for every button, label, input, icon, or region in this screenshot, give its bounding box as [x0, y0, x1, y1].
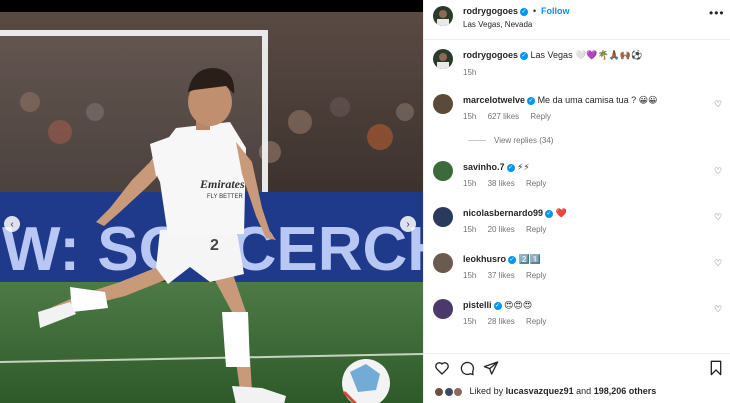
comment-likes[interactable]: 20 likes — [488, 225, 515, 234]
likes-count[interactable]: 198,206 others — [594, 386, 657, 396]
comment-item: leokhusro ✓ 2️⃣1️⃣ 15h 37 likes Reply ♡ — [424, 249, 730, 289]
caption-time[interactable]: 15h — [463, 68, 476, 77]
comment-time[interactable]: 15h — [463, 271, 476, 280]
follow-button[interactable]: Follow — [541, 6, 570, 16]
likes-prefix: Liked by — [469, 386, 504, 396]
likes-summary: Liked by lucasvazquez91 and 198,206 othe… — [434, 386, 656, 397]
verified-badge-icon: ✓ — [493, 301, 502, 310]
chevron-right-icon[interactable]: › — [400, 216, 416, 232]
comment-meta: 15h 38 likes Reply — [463, 179, 555, 188]
bookmark-icon[interactable] — [708, 360, 724, 376]
commenter-avatar[interactable] — [433, 94, 453, 114]
comment-username[interactable]: pistelli — [463, 300, 492, 310]
comment-time[interactable]: 15h — [463, 225, 476, 234]
comment-item: marcelotwelve ✓ Me da uma camisa tua ? 😀😀… — [424, 90, 730, 130]
comment-username[interactable]: leokhusro — [463, 254, 506, 264]
chevron-left-icon[interactable]: ‹ — [4, 216, 20, 232]
media-top-band — [0, 0, 423, 12]
comment-item: savinho.7 ✓ ⚡⚡ 15h 38 likes Reply ♡ — [424, 157, 730, 197]
comment-likes[interactable]: 38 likes — [488, 179, 515, 188]
comment-text: ⚡⚡ — [517, 162, 530, 172]
more-options-icon[interactable]: ••• — [709, 6, 725, 20]
comment-time[interactable]: 15h — [463, 179, 476, 188]
author-avatar[interactable] — [433, 6, 453, 26]
post-media[interactable]: W: SOCCERCH Emirates FLY BETTER 2 ‹ › — [0, 0, 423, 403]
comment-username[interactable]: marcelotwelve — [463, 95, 525, 105]
action-bar: Liked by lucasvazquez91 and 198,206 othe… — [424, 353, 730, 403]
comment-heart-icon[interactable]: ♡ — [714, 99, 722, 110]
comment-line: marcelotwelve ✓ Me da uma camisa tua ? 😀😀 — [463, 95, 657, 106]
reply-button[interactable]: Reply — [526, 271, 546, 280]
caption-line: rodrygogoes ✓ Las Vegas 🤍💜🌴🙏🏾🙌🏾⚽ — [463, 50, 642, 61]
author-username[interactable]: rodrygogoes ✓ — [463, 6, 529, 16]
commenter-avatar[interactable] — [433, 161, 453, 181]
reply-button[interactable]: Reply — [526, 179, 546, 188]
liker-avatar — [453, 386, 464, 397]
heart-icon[interactable] — [434, 360, 450, 376]
comment-likes[interactable]: 28 likes — [488, 317, 515, 326]
separator-dot: • — [533, 6, 537, 16]
commenter-avatar[interactable] — [433, 207, 453, 227]
comment-username[interactable]: nicolasbernardo99 — [463, 208, 543, 218]
comment-line: pistelli ✓ 😍😍😍 — [463, 300, 532, 311]
comment-text: 2️⃣1️⃣ — [518, 254, 541, 264]
comment-meta: 15h 37 likes Reply — [463, 271, 555, 280]
comment-item: pistelli ✓ 😍😍😍 15h 28 likes Reply ♡ — [424, 295, 730, 335]
liker-avatar — [434, 386, 444, 397]
verified-badge-icon: ✓ — [545, 209, 554, 218]
post-location[interactable]: Las Vegas, Nevada — [463, 20, 532, 29]
liker-username[interactable]: lucasvazquez91 — [506, 386, 574, 396]
comment-time[interactable]: 15h — [463, 317, 476, 326]
shorts-number: 2 — [210, 237, 219, 254]
caption-username[interactable]: rodrygogoes — [463, 50, 518, 60]
reply-button[interactable]: Reply — [526, 225, 546, 234]
shirt-slogan: FLY BETTER — [207, 194, 243, 200]
post-photo: W: SOCCERCH Emirates FLY BETTER 2 — [0, 12, 423, 403]
comment-likes[interactable]: 627 likes — [488, 112, 520, 121]
comment-icon[interactable] — [459, 360, 475, 376]
likes-and: and — [576, 386, 592, 396]
share-icon[interactable] — [483, 360, 499, 376]
comment-time[interactable]: 15h — [463, 112, 476, 121]
comment-meta: 15h 28 likes Reply — [463, 317, 555, 326]
reply-button[interactable]: Reply — [530, 112, 550, 121]
verified-badge-icon: ✓ — [520, 51, 529, 60]
comment-text: ❤️ — [555, 208, 567, 218]
liker-avatar — [443, 386, 454, 397]
comment-meta: 15h 20 likes Reply — [463, 225, 555, 234]
verified-badge-icon: ✓ — [506, 163, 515, 172]
caption-avatar[interactable] — [433, 49, 453, 69]
comment-item: nicolasbernardo99 ✓ ❤️ 15h 20 likes Reply… — [424, 203, 730, 243]
comment-username[interactable]: savinho.7 — [463, 162, 505, 172]
shirt-sponsor: Emirates — [199, 177, 245, 191]
post-sidebar: rodrygogoes ✓ • Follow Las Vegas, Nevada … — [423, 0, 730, 403]
comment-likes[interactable]: 37 likes — [488, 271, 515, 280]
verified-badge-icon: ✓ — [520, 7, 529, 16]
post-header: rodrygogoes ✓ • Follow Las Vegas, Nevada … — [424, 0, 730, 40]
commenter-avatar[interactable] — [433, 253, 453, 273]
comment-line: nicolasbernardo99 ✓ ❤️ — [463, 208, 567, 219]
comment-heart-icon[interactable]: ♡ — [714, 166, 722, 177]
comment-line: savinho.7 ✓ ⚡⚡ — [463, 162, 530, 173]
commenter-avatar[interactable] — [433, 299, 453, 319]
comment-heart-icon[interactable]: ♡ — [714, 258, 722, 269]
comment-heart-icon[interactable]: ♡ — [714, 304, 722, 315]
view-replies-button[interactable]: View replies (34) — [468, 136, 553, 145]
comment-line: leokhusro ✓ 2️⃣1️⃣ — [463, 254, 541, 265]
reply-button[interactable]: Reply — [526, 317, 546, 326]
comment-heart-icon[interactable]: ♡ — [714, 212, 722, 223]
verified-badge-icon: ✓ — [527, 96, 536, 105]
comment-text: 😍😍😍 — [504, 300, 533, 310]
comment-text: Me da uma camisa tua ? 😀😀 — [537, 95, 658, 105]
comments-fade — [424, 341, 730, 353]
comment-meta: 15h 627 likes Reply — [463, 112, 560, 121]
verified-badge-icon: ✓ — [508, 255, 517, 264]
caption-text: Las Vegas 🤍💜🌴🙏🏾🙌🏾⚽ — [530, 50, 643, 60]
